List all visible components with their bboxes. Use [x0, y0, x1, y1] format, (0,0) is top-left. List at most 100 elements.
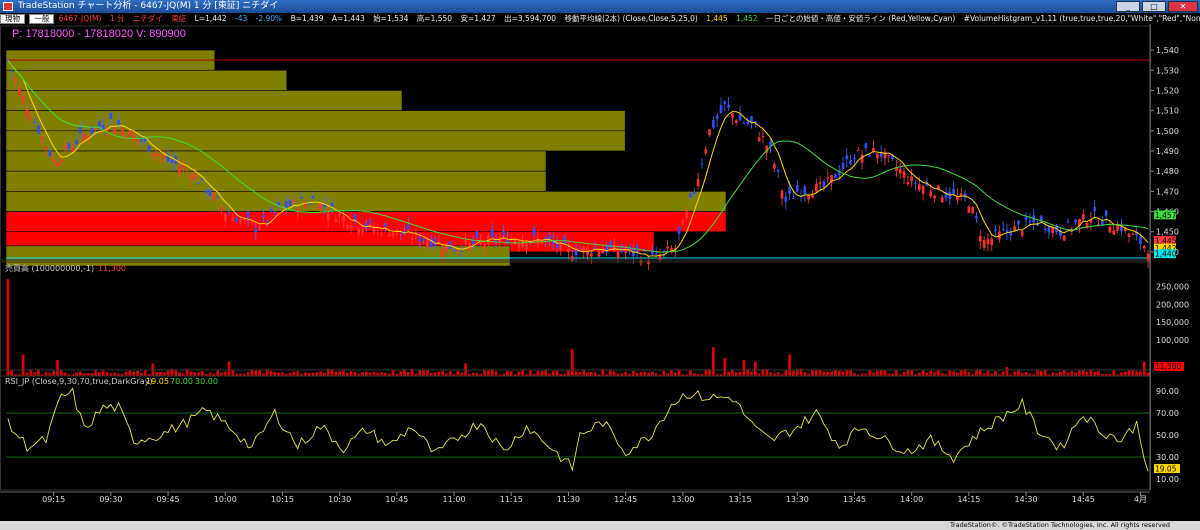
candle-body: [101, 124, 105, 130]
candle-body: [441, 248, 444, 257]
candle-body: [349, 225, 353, 230]
ma-indicator-label: 移動平均線(2本) (Close,Close,5,25,0): [564, 14, 698, 23]
volume-bar: [128, 370, 132, 376]
candle-body: [616, 251, 620, 258]
candle-body: [265, 220, 269, 222]
time-tick-label: 11:00: [443, 495, 466, 504]
order-type-select[interactable]: 一般: [29, 14, 55, 24]
maximize-button[interactable]: □: [1142, 1, 1166, 12]
volume-bar: [269, 370, 273, 376]
open-price: 始=1,534: [373, 14, 409, 23]
candle-body: [391, 232, 395, 236]
candle-body: [822, 181, 826, 187]
candle-body: [609, 241, 612, 248]
volume-bar: [509, 371, 513, 376]
time-tick-label: 09:30: [99, 495, 122, 504]
volume-bar: [753, 361, 757, 376]
candle-body: [288, 200, 292, 207]
candle-body: [155, 153, 158, 156]
volume-tick-label: 100,000: [1156, 336, 1189, 345]
candle-body: [506, 239, 509, 244]
volume-profile-bar: [5, 90, 403, 111]
candle-body: [887, 154, 891, 156]
volume-bar: [1078, 370, 1081, 376]
account-type-select[interactable]: 現物: [0, 14, 25, 24]
volume-bar: [349, 371, 353, 376]
candle-body: [426, 241, 429, 248]
candle-body: [1001, 229, 1005, 231]
candle-body: [784, 196, 788, 202]
candle-body: [1028, 221, 1032, 223]
volume-profile-bar: [5, 170, 547, 192]
candle-body: [593, 247, 597, 249]
chart-area[interactable]: P: 17818000 - 17818020 V: 890900 売買高 (10…: [0, 24, 1200, 530]
volume-bar: [342, 370, 345, 376]
candle-body: [1093, 207, 1097, 212]
candle-body: [109, 112, 113, 119]
volume-bar: [223, 371, 227, 376]
volume-bar: [1001, 371, 1005, 376]
candle-body: [700, 163, 704, 165]
volume-bar: [651, 371, 654, 376]
candle-body: [1043, 228, 1047, 231]
close-button[interactable]: ✕: [1168, 1, 1198, 12]
volume-bar: [216, 370, 219, 376]
volume-bar: [1097, 371, 1100, 376]
volume-bar: [277, 372, 280, 376]
volume-bar: [662, 370, 666, 376]
candle-body: [143, 138, 147, 142]
candle-body: [178, 166, 181, 174]
rsi-label-level-low: 30.00: [195, 377, 218, 386]
candle-body: [52, 159, 56, 162]
candle-body: [338, 214, 342, 217]
volume-bar: [162, 372, 166, 376]
volume-bar: [734, 372, 738, 376]
volume-bar: [380, 371, 383, 376]
candle-body: [780, 190, 784, 199]
volume-total: 出=3,594,700: [504, 14, 557, 23]
candle-body: [792, 197, 795, 199]
candle-body: [692, 191, 696, 194]
candle-body: [540, 242, 544, 244]
volume-bar: [1017, 370, 1020, 376]
candle-body: [201, 178, 204, 180]
change-value: -43: [234, 14, 248, 23]
volume-bar: [895, 370, 898, 376]
volume-bar: [956, 372, 959, 376]
candle-body: [921, 185, 925, 194]
candle-body: [44, 147, 48, 150]
volume-bar: [769, 372, 772, 376]
volume-value-badge-label: 11,300: [1155, 362, 1181, 371]
candle-body: [1066, 221, 1070, 223]
candle-body: [746, 121, 750, 125]
candle-body: [677, 226, 681, 234]
candle-body: [79, 127, 82, 133]
candle-body: [1062, 235, 1066, 241]
candle-body: [1005, 230, 1009, 233]
change-percent: -2.90%: [255, 14, 283, 23]
time-tick-label: 10:00: [214, 495, 237, 504]
symbol-label: 6467-JQ(M): [58, 14, 102, 23]
candle-body: [242, 218, 246, 220]
minimize-button[interactable]: _: [1116, 1, 1140, 12]
candle-body: [67, 143, 71, 149]
candle-body: [971, 206, 975, 213]
candle-body: [372, 228, 376, 233]
price-tick-label: 1,510: [1156, 107, 1179, 116]
candle-body: [254, 228, 258, 233]
volume-bar: [689, 370, 692, 376]
candle-body: [1142, 245, 1146, 249]
rsi-label-level-high: 70.00: [170, 377, 193, 386]
volume-bar: [6, 279, 10, 376]
daily-lines-label: 一日ごとの始値・高値・安値ライン (Red,Yellow,Cyan): [765, 14, 956, 23]
volume-bar: [593, 372, 597, 376]
time-tick-label: 09:45: [157, 495, 180, 504]
candle-body: [929, 191, 933, 197]
volume-bar: [876, 370, 879, 376]
price-tick-label: 1,480: [1156, 167, 1179, 176]
volume-bar: [994, 371, 997, 376]
volume-bar: [845, 370, 849, 376]
candle-body: [292, 199, 296, 203]
volume-bar: [639, 371, 643, 376]
candle-body: [357, 228, 361, 234]
